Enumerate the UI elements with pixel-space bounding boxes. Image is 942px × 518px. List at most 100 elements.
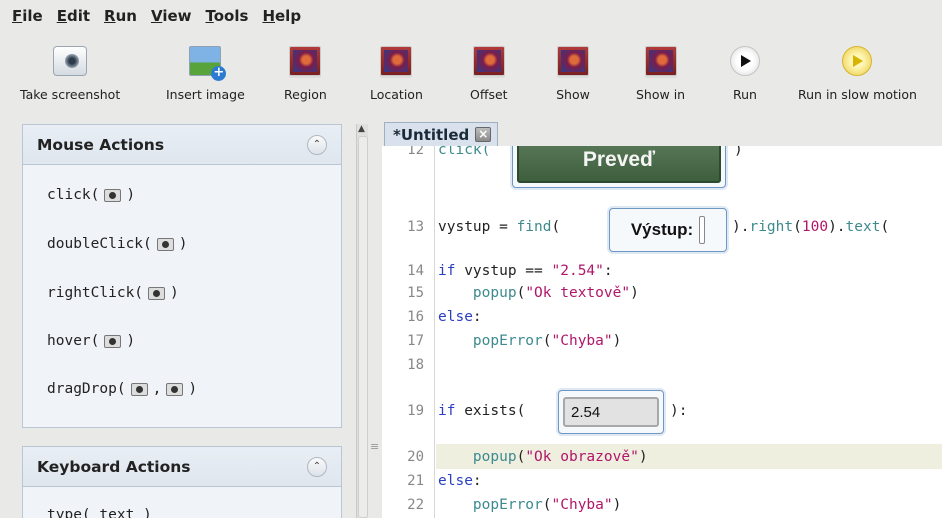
line-number-gutter: 12 13 14 15 16 17 18 19 20 21 22 — [382, 146, 435, 518]
region-icon — [289, 46, 322, 76]
code-text: popError("Chyba") — [472, 333, 622, 349]
action-drag-drop-label: dragDrop( — [47, 381, 126, 397]
menu-edit[interactable]: Edit — [57, 7, 90, 25]
offset-label: Offset — [470, 87, 508, 102]
camera-icon — [104, 334, 122, 348]
mouse-actions-header[interactable]: Mouse Actions ⌃ — [23, 125, 341, 165]
close-icon[interactable]: × — [475, 127, 492, 142]
code-line-12: click( — [438, 146, 490, 158]
menu-run[interactable]: Run — [104, 7, 137, 25]
location-label: Location — [370, 87, 423, 102]
action-close-paren: ) — [170, 285, 179, 301]
action-double-click[interactable]: doubleClick( ) — [47, 236, 188, 252]
code-call: click( — [438, 146, 491, 158]
code-text: if exists( — [438, 403, 526, 419]
code-text: vystup = find( — [438, 219, 561, 235]
offset-button[interactable]: Offset — [470, 44, 508, 102]
tab-title: *Untitled — [393, 125, 470, 144]
action-close-paren: ) — [188, 381, 198, 397]
code-text: else: — [438, 473, 482, 489]
collapse-icon[interactable]: ⌃ — [307, 134, 327, 155]
code-text: popup("Ok obrazově") — [472, 449, 648, 465]
show-label: Show — [556, 87, 590, 102]
action-close-paren: ) — [126, 187, 136, 203]
camera-icon — [130, 382, 148, 396]
menu-help[interactable]: Help — [262, 7, 301, 25]
run-slow-motion-button[interactable]: Run in slow motion — [798, 44, 917, 102]
take-screenshot-button[interactable]: Take screenshot — [20, 44, 120, 102]
line-number: 22 — [407, 497, 424, 513]
keyboard-actions-header[interactable]: Keyboard Actions ⌃ — [23, 447, 341, 487]
pattern-button-text: Preveď — [517, 146, 721, 183]
code-text: ).right(100).text( — [732, 219, 890, 235]
run-label: Run — [733, 87, 757, 102]
run-slow-icon — [842, 46, 873, 76]
code-line-21: else: — [438, 473, 482, 489]
menu-tools[interactable]: Tools — [206, 7, 249, 25]
run-button[interactable]: Run — [728, 44, 762, 102]
command-sidebar: Mouse Actions ⌃ click( ) doubleClick( ) … — [6, 124, 354, 518]
code-text: if vystup == "2.54": — [438, 263, 613, 279]
action-click-label: click( — [47, 187, 100, 203]
show-in-label: Show in — [636, 87, 686, 102]
action-hover-label: hover( — [47, 333, 100, 349]
action-right-click-label: rightClick( — [47, 285, 144, 301]
action-type-label: type( text ) — [47, 507, 152, 518]
action-close-paren: ) — [126, 333, 136, 349]
action-hover[interactable]: hover( ) — [47, 333, 135, 349]
region-button[interactable]: Region — [284, 44, 327, 102]
code-line-12-tail: ) — [734, 146, 743, 158]
show-icon — [557, 46, 589, 76]
code-text: popup("Ok textově") — [472, 285, 639, 301]
show-in-button[interactable]: Show in — [636, 44, 685, 102]
code-line-17: popError("Chyba") — [438, 333, 621, 349]
menu-file[interactable]: File — [12, 7, 43, 25]
code-editor[interactable]: 12 13 14 15 16 17 18 19 20 21 22 click( … — [382, 146, 942, 518]
tab-untitled[interactable]: *Untitled × — [384, 122, 499, 146]
code-line-15: popup("Ok textově") — [438, 285, 639, 301]
sidebar-scrollbar[interactable]: ▲ — [356, 124, 368, 518]
pattern-label-text: Výstup: — [630, 220, 694, 239]
mouse-actions-title: Mouse Actions — [37, 135, 165, 154]
code-line-16: else: — [438, 309, 482, 325]
show-in-icon — [644, 46, 677, 76]
splitter-grip[interactable]: ≡ — [370, 440, 379, 453]
scrollbar-thumb[interactable] — [358, 136, 368, 518]
mouse-actions-panel: Mouse Actions ⌃ click( ) doubleClick( ) … — [22, 124, 342, 428]
code-line-14: if vystup == "2.54": — [438, 263, 613, 279]
pattern-field-value: 2.54 — [563, 397, 659, 427]
code-text: else: — [438, 309, 482, 325]
take-screenshot-label: Take screenshot — [20, 87, 121, 102]
keyboard-actions-title: Keyboard Actions — [37, 457, 191, 476]
action-click[interactable]: click( ) — [47, 187, 135, 203]
show-button[interactable]: Show — [556, 44, 590, 102]
offset-icon — [472, 46, 505, 76]
camera-icon — [104, 188, 122, 202]
location-icon — [380, 46, 413, 76]
collapse-icon[interactable]: ⌃ — [307, 456, 327, 477]
line-number: 16 — [407, 309, 424, 325]
location-button[interactable]: Location — [370, 44, 423, 102]
toolbar: Take screenshot Insert image Region Loca… — [0, 38, 942, 118]
action-right-click[interactable]: rightClick( ) — [47, 285, 179, 301]
pattern-image-field[interactable]: 2.54 — [558, 390, 664, 434]
action-type[interactable]: type( text ) — [47, 507, 152, 518]
camera-icon — [156, 237, 174, 251]
pattern-image-button[interactable]: Preveď — [512, 146, 726, 188]
insert-image-button[interactable]: Insert image — [166, 44, 245, 102]
insert-image-label: Insert image — [166, 87, 245, 102]
action-drag-drop[interactable]: dragDrop( , ) — [47, 381, 197, 397]
pattern-image-label[interactable]: Výstup: — [609, 208, 727, 252]
pattern-field-edge — [699, 216, 706, 244]
run-slow-label: Run in slow motion — [798, 87, 917, 102]
line-number: 18 — [407, 357, 424, 373]
code-line-20: popup("Ok obrazově") — [438, 449, 648, 465]
line-number: 15 — [407, 285, 424, 301]
camera-icon — [148, 286, 166, 300]
menu-view[interactable]: View — [151, 7, 192, 25]
keyboard-actions-panel: Keyboard Actions ⌃ type( text ) — [22, 446, 342, 518]
code-text: ): — [670, 403, 688, 419]
action-double-click-label: doubleClick( — [47, 236, 152, 252]
scroll-up-icon[interactable]: ▲ — [358, 124, 365, 134]
line-number: 12 — [407, 146, 424, 158]
